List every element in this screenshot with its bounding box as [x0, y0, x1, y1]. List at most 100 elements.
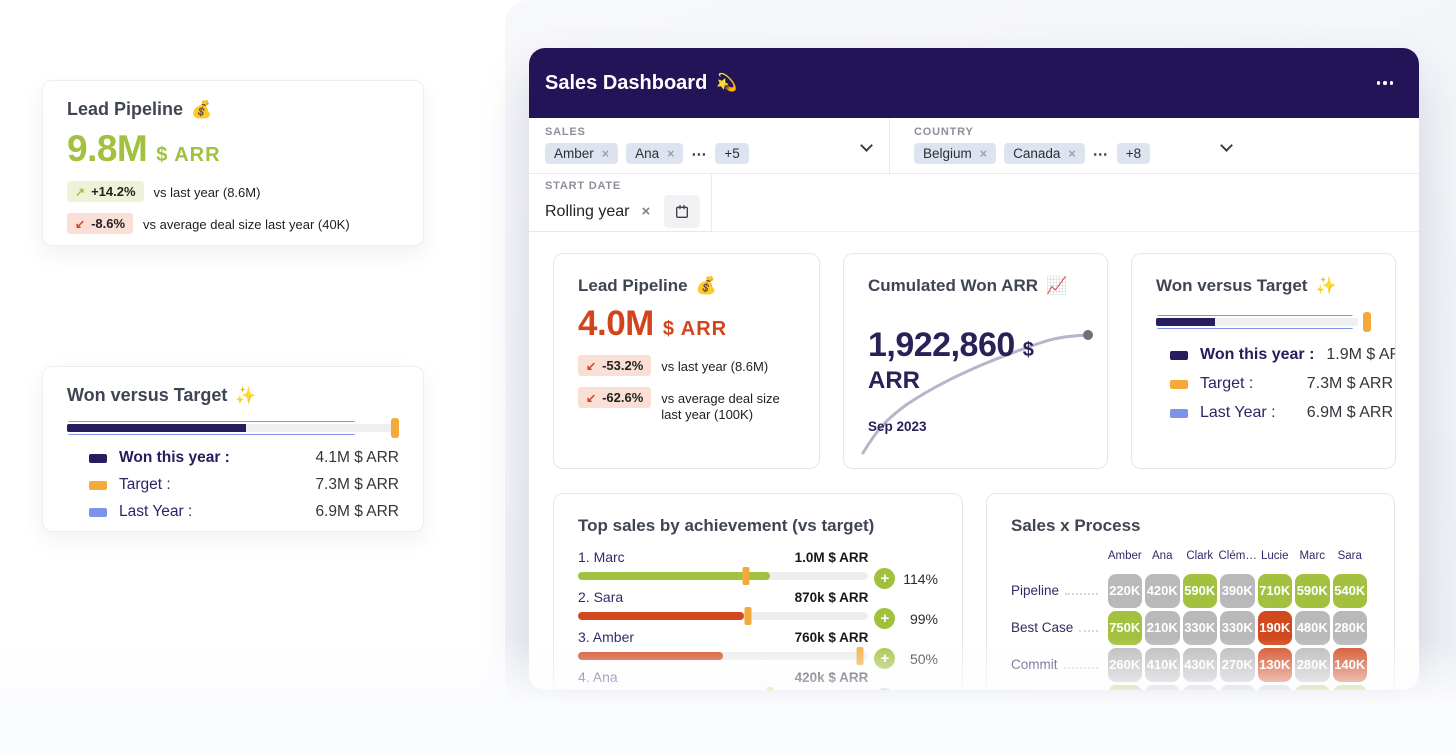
close-icon[interactable]: × — [667, 147, 674, 161]
trend-description: vs last year (8.6M) — [661, 355, 768, 375]
row-label-pipeline: Pipeline — [1011, 572, 1106, 609]
more-chip[interactable]: +5 — [715, 143, 748, 164]
filter-chip-belgium[interactable]: Belgium × — [914, 143, 996, 164]
legend-swatch — [89, 454, 107, 463]
overflow-menu-button[interactable] — [1375, 75, 1396, 91]
target-marker — [743, 567, 750, 585]
column-header: Clém… — [1219, 550, 1257, 572]
achievement-pct: 50% — [895, 651, 938, 669]
salesperson-name: 1. Marc — [578, 549, 625, 565]
cumulated-won-arr-title: Cumulated Won ARR — [868, 276, 1038, 296]
legend-value: 7.3M $ ARR — [1307, 375, 1393, 393]
down-left-arrow-icon: ↙ — [586, 391, 596, 405]
start-date-value[interactable]: Rolling year — [545, 203, 629, 221]
legend-swatch — [1170, 409, 1188, 418]
calendar-button[interactable] — [664, 195, 700, 228]
target-marker — [744, 607, 751, 625]
country-chip-row: Belgium × Canada × ⋯ +8 — [914, 143, 1209, 164]
sales-process-matrix: Amber Ana Clark Clém… Lucie Marc Sara Pi… — [1011, 550, 1370, 690]
top-sales-row: 2. Sara 870k $ ARR + 99% — [578, 589, 938, 629]
close-icon[interactable]: × — [602, 147, 609, 161]
filter-chip-amber[interactable]: Amber × — [545, 143, 618, 164]
bar-fill — [578, 572, 770, 580]
matrix-cell: 220K — [1108, 574, 1143, 608]
legend-item: Last Year : 6.9M $ ARR — [89, 503, 399, 521]
legend-swatch — [1170, 351, 1188, 360]
money-bag-icon: 💰 — [191, 100, 212, 120]
trend-pct: -53.2% — [602, 358, 643, 373]
trend-row: ↙ -8.6% vs average deal size last year (… — [67, 213, 399, 234]
cumulated-number: 1,922,860 — [868, 326, 1015, 365]
legend-item: Target : 7.3M $ ARR — [89, 476, 399, 494]
dashboard-header: Sales Dashboard 💫 — [529, 48, 1419, 118]
legend-label: Last Year : — [1200, 404, 1276, 422]
start-date-filter: START DATE Rolling year × — [529, 174, 712, 232]
trend-pct: +14.2% — [91, 184, 135, 199]
legend-value: 6.9M $ ARR — [315, 503, 399, 521]
down-left-arrow-icon: ↙ — [586, 359, 596, 373]
kpi-number: 4.0M — [578, 304, 654, 344]
top-sales-row: 3. Amber 760k $ ARR + 50% — [578, 629, 938, 669]
trend-pct: -8.6% — [91, 216, 125, 231]
trend-description: vs average deal size last year (100K) — [661, 387, 795, 424]
kpi-unit: $ ARR — [663, 318, 727, 341]
filter-chip-ana[interactable]: Ana × — [626, 143, 683, 164]
matrix-cell: 480K — [1295, 611, 1330, 645]
sales-x-process-title: Sales x Process — [1011, 516, 1370, 536]
matrix-cell: 430K — [1183, 648, 1218, 682]
column-header: Sara — [1331, 550, 1369, 572]
matrix-cell: 330K — [1183, 611, 1218, 645]
matrix-cell: 280K — [1295, 648, 1330, 682]
legend-value: 7.3M $ ARR — [315, 476, 399, 494]
kpi-number: 9.8M — [67, 128, 147, 170]
salesperson-name: 2. Sara — [578, 589, 623, 605]
top-sales-rows: 1. Marc 1.0M $ ARR + 114% — [578, 549, 938, 690]
expand-plus-button[interactable]: + — [874, 688, 895, 690]
column-header: Lucie — [1256, 550, 1294, 572]
salesperson-arr-value: 1.0M $ ARR — [795, 550, 869, 565]
expand-plus-button[interactable]: + — [874, 608, 895, 629]
chevron-down-icon[interactable] — [860, 139, 873, 152]
legend-label: Last Year : — [119, 503, 192, 521]
filter-chip-canada[interactable]: Canada × — [1004, 143, 1085, 164]
matrix-cell — [1183, 685, 1218, 691]
trend-description: vs average deal size last year (40K) — [143, 213, 350, 233]
bar-track — [1156, 318, 1358, 326]
expand-plus-button[interactable]: + — [874, 568, 895, 589]
sparkles-icon: ✨ — [1315, 276, 1336, 296]
legend-label: Target : — [119, 476, 171, 494]
kpi-value: 9.8M $ ARR — [67, 128, 399, 170]
country-filter: COUNTRY Belgium × Canada × ⋯ +8 — [889, 118, 1249, 173]
achievement-pct: 114% — [895, 571, 938, 589]
top-sales-title: Top sales by achievement (vs target) — [578, 516, 938, 536]
down-left-arrow-icon: ↙ — [75, 217, 85, 231]
bar-fill — [578, 652, 723, 660]
won-vs-target-card: Won versus Target ✨ Won this year : 1.9M… — [1131, 253, 1396, 469]
top-sales-row: 4. Ana 420k $ ARR + 42% — [578, 669, 938, 690]
legend-label: Won this year : — [1200, 346, 1314, 364]
legend-value: 4.1M $ ARR — [315, 449, 399, 467]
sales-filter: SALES Amber × Ana × ⋯ +5 — [529, 118, 889, 173]
currency-symbol: $ — [1023, 339, 1034, 362]
chevron-down-icon[interactable] — [1220, 139, 1233, 152]
achievement-bar — [578, 607, 868, 625]
target-marker — [856, 647, 863, 665]
close-icon[interactable]: × — [980, 147, 987, 161]
chip-label: Amber — [554, 146, 594, 161]
calendar-icon — [674, 204, 690, 220]
matrix-cell — [1333, 685, 1368, 691]
trend-description: vs last year (8.6M) — [154, 181, 261, 201]
matrix-cell: 590K — [1183, 574, 1218, 608]
achievement-pct: 99% — [895, 611, 938, 629]
close-icon[interactable]: × — [641, 203, 650, 220]
close-icon[interactable]: × — [1068, 147, 1075, 161]
more-chip[interactable]: +8 — [1117, 143, 1150, 164]
filter-bar: SALES Amber × Ana × ⋯ +5 COUNTRY Belgium — [529, 118, 1419, 174]
achievement-bar — [578, 687, 868, 690]
expand-plus-button[interactable]: + — [874, 648, 895, 669]
legend-swatch — [89, 481, 107, 490]
matrix-cell: 140K — [1333, 648, 1368, 682]
column-header: Ana — [1144, 550, 1182, 572]
matrix-cell: 280K — [1333, 611, 1368, 645]
row-label-partial — [1011, 683, 1106, 690]
